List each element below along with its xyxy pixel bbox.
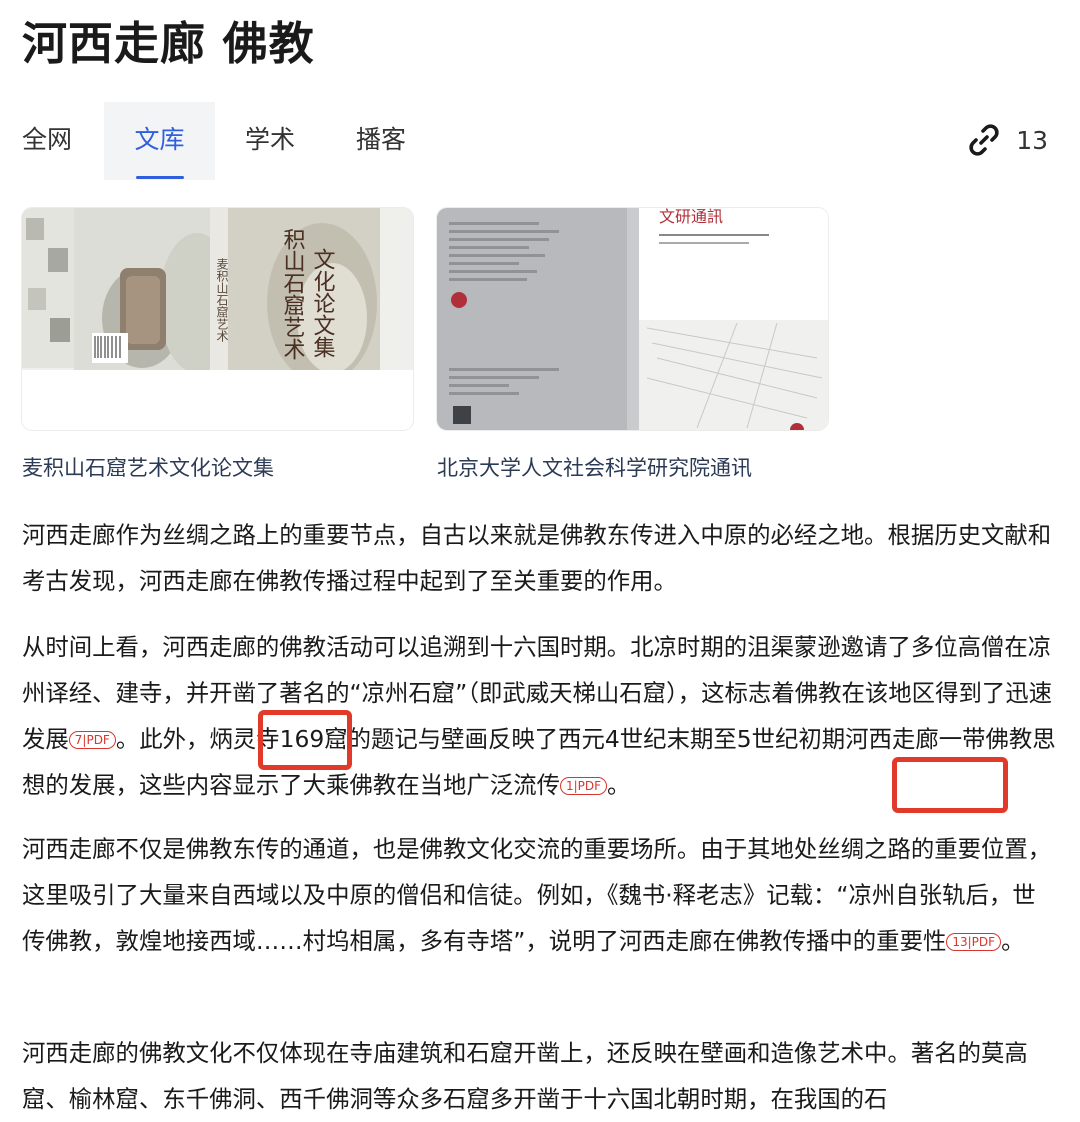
citation-pdf-badge[interactable]: 13|PDF: [946, 933, 1002, 951]
search-result-page: 河西走廊 佛教 全网 文库 学术 播客 13 麦积山石窟艺术 积山石窟艺术 文化…: [0, 0, 1080, 1120]
answer-paragraph-4: 河西走廊的佛教文化不仅体现在寺庙建筑和石窟开凿上，还反映在壁画和造像艺术中。著名…: [22, 1039, 1028, 1113]
source-tabs: 全网 文库 学术 播客: [0, 102, 1080, 180]
citation-pdf-badge[interactable]: 7|PDF: [68, 731, 116, 749]
svg-text:麦积山石窟艺术: 麦积山石窟艺术: [215, 258, 229, 342]
answer-paragraph-1: 河西走廊作为丝绸之路上的重要节点，自古以来就是佛教东传进入中原的必经之地。根据历…: [22, 521, 1052, 595]
paragraph-text: 。: [1001, 927, 1025, 955]
answer-paragraph-3: 河西走廊不仅是佛教东传的通道，也是佛教文化交流的重要场所。由于其地处丝绸之路的重…: [22, 826, 1058, 964]
active-tab-indicator: [136, 176, 184, 179]
tab-academic[interactable]: 学术: [245, 102, 295, 180]
svg-text:文研通訊: 文研通訊: [659, 208, 723, 226]
journal-cover-image: 文研通訊: [437, 208, 828, 430]
tab-podcast[interactable]: 播客: [356, 102, 406, 180]
citation-pdf-badge[interactable]: 1|PDF: [559, 777, 608, 795]
sources-link-button[interactable]: 13: [966, 120, 1048, 160]
tab-library[interactable]: 文库: [104, 102, 215, 180]
link-icon: [969, 124, 999, 156]
document-card-2-title[interactable]: 北京大学人文社会科学研究院通讯: [437, 452, 752, 482]
paragraph-text: 河西走廊不仅是佛教东传的通道，也是佛教文化交流的重要场所。由于其地处丝绸之路的重…: [22, 835, 1052, 955]
answer-paragraph-2: 从时间上看，河西走廊的佛教活动可以追溯到十六国时期。北凉时期的沮渠蒙逊邀请了多位…: [22, 624, 1058, 808]
document-card-1-title[interactable]: 麦积山石窟艺术文化论文集: [22, 452, 274, 482]
document-card-1[interactable]: 麦积山石窟艺术 积山石窟艺术 文化论文集: [22, 208, 413, 430]
tab-all-web[interactable]: 全网: [22, 102, 72, 180]
book-cover-image: 麦积山石窟艺术 积山石窟艺术 文化论文集: [22, 208, 413, 430]
link-count-label: 13: [1016, 125, 1048, 155]
paragraph-text: 。: [607, 771, 631, 799]
page-title: 河西走廊 佛教: [22, 17, 315, 70]
document-card-2[interactable]: 文研通訊: [437, 208, 828, 430]
svg-text:积山石窟艺术: 积山石窟艺术: [280, 228, 306, 360]
paragraph-text: 。此外，炳灵寺169窟的题记与壁画反映了西元4世纪末期至5世纪初期河西走廊一带佛…: [22, 725, 1056, 799]
svg-text:文化论文集: 文化论文集: [310, 248, 336, 358]
